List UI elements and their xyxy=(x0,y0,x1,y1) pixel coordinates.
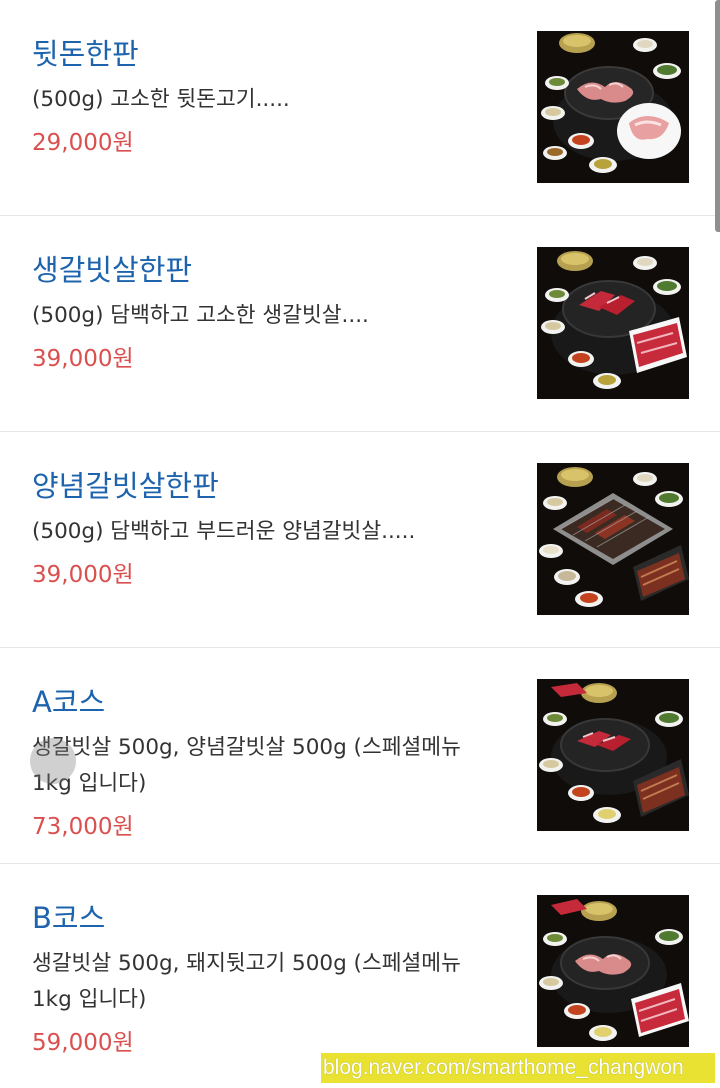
menu-item-name[interactable]: 뒷돈한판 xyxy=(32,34,502,74)
menu-item-2[interactable]: 생갈빗살한판 (500g) 담백하고 고소한 생갈빗살.... 39,000원 xyxy=(0,216,720,432)
menu-item-text: 뒷돈한판 (500g) 고소한 뒷돈고기..... 29,000원 xyxy=(32,34,502,160)
menu-item-price: 73,000원 xyxy=(32,814,134,840)
menu-item-price: 29,000원 xyxy=(32,130,134,156)
marinated-rib-platter-photo[interactable] xyxy=(537,463,689,615)
menu-item-name[interactable]: 생갈빗살한판 xyxy=(32,250,502,290)
menu-item-description: 생갈빗살 500g, 양념갈빗살 500g (스페셜메뉴 1kg 입니다) xyxy=(32,735,461,796)
menu-item-description: 생갈빗살 500g, 돼지뒷고기 500g (스페셜메뉴 1kg 입니다) xyxy=(32,951,461,1012)
course-a-platter-photo[interactable] xyxy=(537,679,689,831)
scrollbar-thumb[interactable] xyxy=(715,0,720,232)
menu-item-text: A코스 생갈빗살 500g, 양념갈빗살 500g (스페셜메뉴 1kg 입니다… xyxy=(32,682,502,844)
grilled-pork-platter-photo[interactable] xyxy=(537,31,689,183)
menu-item-text: 양념갈빗살한판 (500g) 담백하고 부드러운 양념갈빗살..... 39,0… xyxy=(32,466,502,592)
menu-item-5[interactable]: B코스 생갈빗살 500g, 돼지뒷고기 500g (스페셜메뉴 1kg 입니다… xyxy=(0,864,720,1080)
menu-item-name[interactable]: B코스 xyxy=(32,898,502,938)
menu-item-price: 39,000원 xyxy=(32,346,134,372)
menu-item-3[interactable]: 양념갈빗살한판 (500g) 담백하고 부드러운 양념갈빗살..... 39,0… xyxy=(0,432,720,648)
menu-item-description: (500g) 고소한 뒷돈고기..... xyxy=(32,87,290,112)
raw-beef-rib-platter-photo[interactable] xyxy=(537,247,689,399)
menu-item-4[interactable]: A코스 생갈빗살 500g, 양념갈빗살 500g (스페셜메뉴 1kg 입니다… xyxy=(0,648,720,864)
menu-item-description: (500g) 담백하고 부드러운 양념갈빗살..... xyxy=(32,519,416,544)
watermark-label: blog.naver.com/smarthome_changwon xyxy=(321,1053,715,1083)
menu-item-1[interactable]: 뒷돈한판 (500g) 고소한 뒷돈고기..... 29,000원 xyxy=(0,0,720,216)
course-b-platter-photo[interactable] xyxy=(537,895,689,1047)
menu-item-name[interactable]: A코스 xyxy=(32,682,502,722)
touch-indicator xyxy=(30,738,76,784)
menu-item-price: 39,000원 xyxy=(32,562,134,588)
menu-item-text: B코스 생갈빗살 500g, 돼지뒷고기 500g (스페셜메뉴 1kg 입니다… xyxy=(32,898,502,1060)
menu-item-name[interactable]: 양념갈빗살한판 xyxy=(32,466,502,506)
menu-item-description: (500g) 담백하고 고소한 생갈빗살.... xyxy=(32,303,369,328)
menu-list: 뒷돈한판 (500g) 고소한 뒷돈고기..... 29,000원 생갈빗살한판… xyxy=(0,0,720,1080)
menu-item-text: 생갈빗살한판 (500g) 담백하고 고소한 생갈빗살.... 39,000원 xyxy=(32,250,502,376)
